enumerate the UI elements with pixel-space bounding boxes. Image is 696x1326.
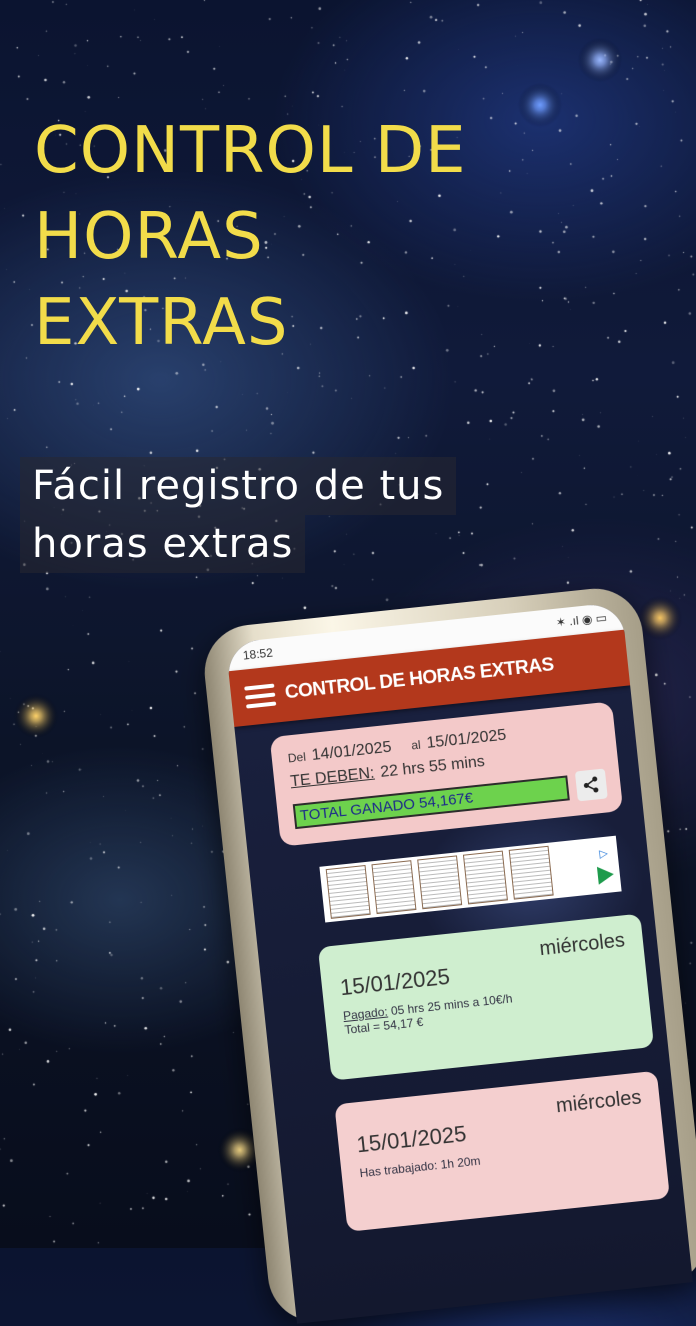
ad-thumbnail [508,845,554,900]
hamburger-icon[interactable] [244,683,277,709]
status-icons: ✶ .ıl ◉ ▭ [555,610,608,630]
headline-line-2: HORAS [34,200,264,274]
entry-worked-value: 1h 20m [439,1153,482,1172]
owed-value: 22 hrs 55 mins [379,753,486,781]
play-icon[interactable] [596,864,615,885]
headline: CONTROL DE HORAS EXTRAS [34,108,467,366]
owed-label: TE DEBEN: [289,764,376,791]
headline-line-1: CONTROL DE [34,114,467,188]
subtitle: Fácil registro de tus horas extras [20,457,457,573]
ad-thumbnail [417,855,463,910]
entry-date: 15/01/2025 [355,1121,468,1158]
ad-thumbnail [325,864,371,919]
app-title: CONTROL DE HORAS EXTRAS [283,654,555,704]
summary-card: Del 14/01/2025 al 15/01/2025 TE DEBEN: 2… [269,701,624,847]
entry-card[interactable]: 15/01/2025 miércoles Pagado: 05 hrs 25 m… [317,913,655,1081]
entry-worked-label: Has trabajado: [358,1158,439,1181]
phone-screen: 18:52 ✶ .ıl ◉ ▭ CONTROL DE HORAS EXTRAS … [225,601,693,1324]
from-date: 14/01/2025 [310,738,393,764]
entry-weekday: miércoles [555,1086,643,1118]
entry-date: 15/01/2025 [338,963,451,1001]
entry-card[interactable]: 15/01/2025 miércoles Has trabajado: 1h 2… [334,1070,670,1232]
subtitle-line-1: Fácil registro de tus [20,457,457,515]
status-time: 18:52 [242,645,274,663]
ad-thumbnail [371,860,417,915]
ad-thumbnail [462,850,508,905]
headline-line-3: EXTRAS [34,286,289,360]
share-icon[interactable] [574,768,608,802]
phone-mockup: 18:52 ✶ .ıl ◉ ▭ CONTROL DE HORAS EXTRAS … [200,584,696,1326]
ad-choices-icon[interactable]: ▷ [599,846,609,860]
from-label: Del [287,749,307,766]
to-date: 15/01/2025 [425,726,508,752]
to-label: al [410,737,422,753]
entry-weekday: miércoles [538,929,626,961]
subtitle-line-2: horas extras [20,515,306,573]
ad-banner[interactable]: ▷ [319,835,622,923]
